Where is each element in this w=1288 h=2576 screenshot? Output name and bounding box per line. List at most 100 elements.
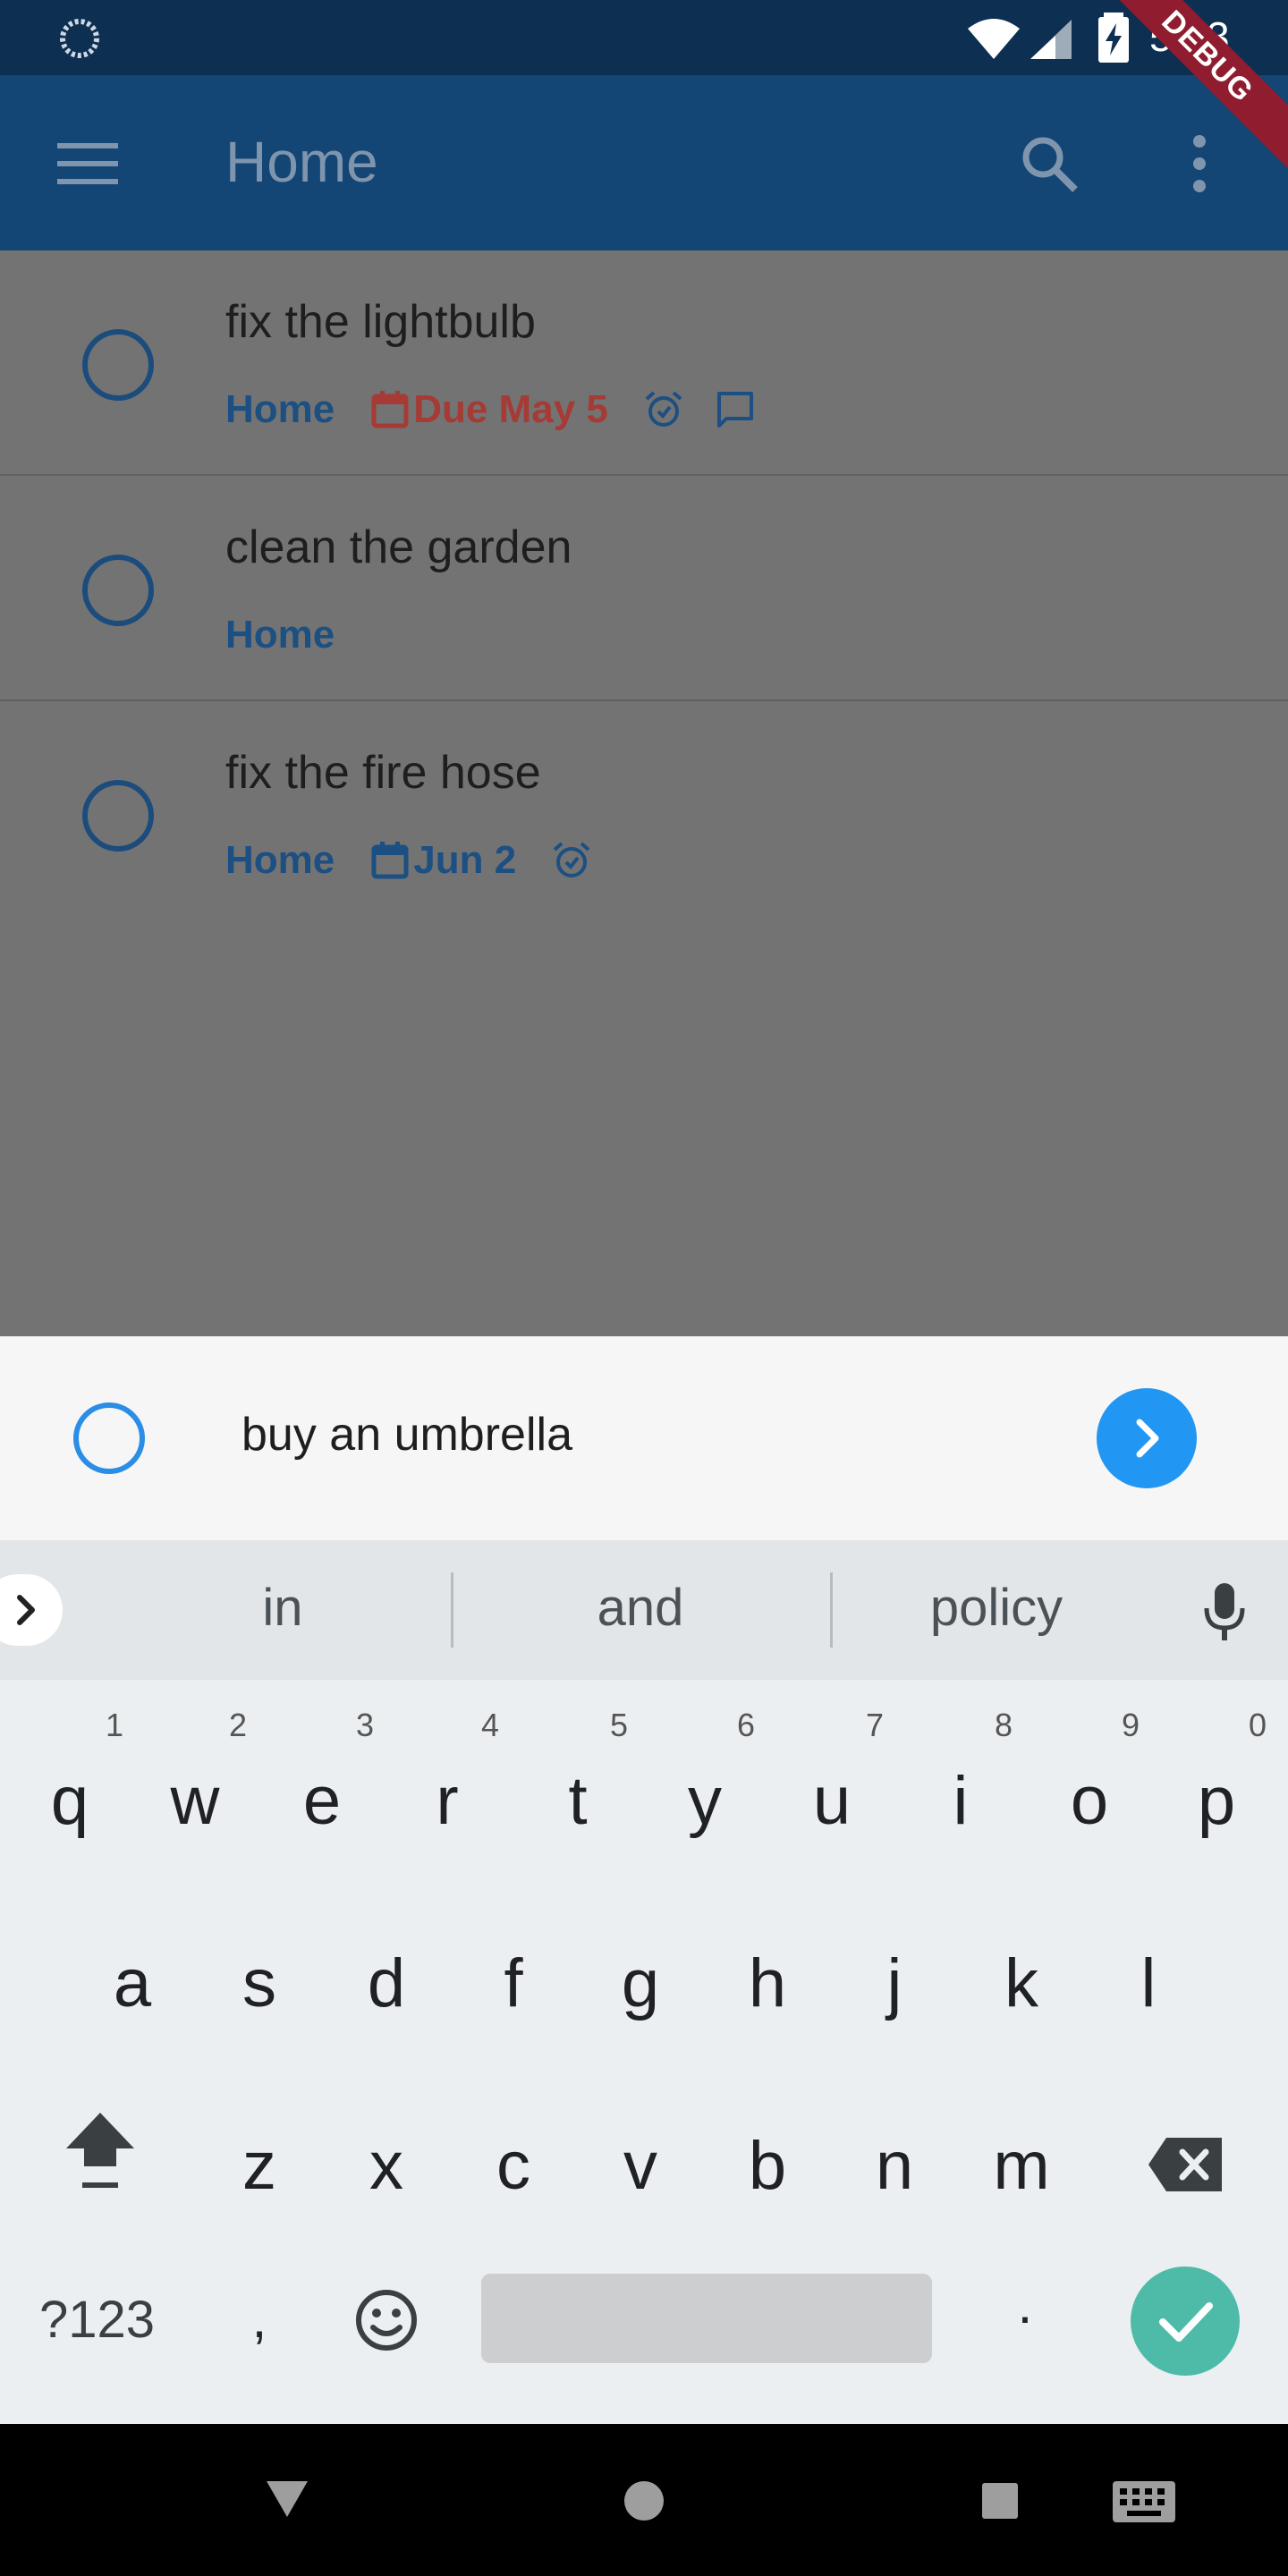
- key-hint: 4: [481, 1707, 500, 1743]
- task-row[interactable]: fix the lightbulb Home Due May 5: [0, 250, 1288, 476]
- comment-icon: [716, 390, 755, 429]
- task-due-label: Due May 5: [413, 387, 608, 431]
- new-task-input[interactable]: buy an umbrella: [242, 1408, 572, 1462]
- key-hint: 6: [737, 1707, 756, 1743]
- recents-icon[interactable]: [980, 2481, 1020, 2521]
- more-vert-icon[interactable]: [1186, 134, 1213, 193]
- key[interactable]: x: [333, 2127, 440, 2205]
- key[interactable]: p: [1163, 1762, 1270, 1840]
- suggestion-strip: in and policy: [0, 1540, 1288, 1680]
- key[interactable]: j: [841, 1945, 948, 2022]
- task-title: fix the lightbulb: [225, 296, 536, 348]
- microphone-icon[interactable]: [1202, 1581, 1247, 1642]
- chevron-right-icon: [17, 1595, 35, 1625]
- task-list: fix the lightbulb Home Due May 5 clean t…: [0, 250, 1288, 1699]
- complete-checkbox[interactable]: [82, 555, 154, 626]
- symbols-key[interactable]: ?123: [39, 2290, 155, 2350]
- key[interactable]: s: [206, 1945, 313, 2022]
- task-due: Jun 2: [370, 838, 516, 883]
- complete-checkbox[interactable]: [82, 780, 154, 852]
- complete-checkbox[interactable]: [82, 329, 154, 401]
- key[interactable]: h: [714, 1945, 821, 2022]
- soft-keyboard: in and policy q 1 w 2 e 3 r 4 t 5 y 6 u …: [0, 1540, 1288, 2424]
- app-bar: Home: [0, 75, 1288, 250]
- loading-spinner-icon: [60, 19, 99, 58]
- status-bar: 5:03: [0, 0, 1288, 75]
- key-hint: 7: [866, 1707, 885, 1743]
- key[interactable]: t: [524, 1762, 631, 1840]
- key[interactable]: d: [333, 1945, 440, 2022]
- suggestion-divider: [830, 1572, 833, 1648]
- key[interactable]: b: [714, 2127, 821, 2205]
- key[interactable]: e: [268, 1762, 376, 1840]
- task-row[interactable]: clean the garden Home: [0, 476, 1288, 701]
- emoji-icon[interactable]: [354, 2288, 419, 2352]
- expand-toolbar-button[interactable]: [0, 1574, 63, 1646]
- comma-key[interactable]: ,: [206, 2288, 313, 2350]
- key[interactable]: c: [460, 2127, 567, 2205]
- key[interactable]: v: [587, 2127, 694, 2205]
- key[interactable]: o: [1036, 1762, 1143, 1840]
- key[interactable]: a: [79, 1945, 186, 2022]
- check-icon: [1159, 2302, 1213, 2342]
- page-title: Home: [225, 130, 378, 194]
- space-key[interactable]: [481, 2274, 932, 2363]
- alarm-icon: [644, 390, 683, 429]
- new-task-checkbox[interactable]: [73, 1402, 145, 1474]
- search-icon[interactable]: [1020, 134, 1079, 193]
- chevron-right-icon: [1136, 1419, 1159, 1458]
- key[interactable]: q: [16, 1762, 123, 1840]
- calendar-icon: [371, 842, 409, 879]
- key[interactable]: k: [968, 1945, 1075, 2022]
- system-nav-bar: [0, 2424, 1288, 2576]
- key-hint: 0: [1249, 1707, 1267, 1743]
- key[interactable]: l: [1095, 1945, 1202, 2022]
- key[interactable]: i: [907, 1762, 1014, 1840]
- battery-charging-icon: [1098, 13, 1129, 63]
- suggestion-divider: [451, 1572, 453, 1648]
- suggestion-item[interactable]: and: [551, 1578, 730, 1638]
- quick-add-bar: buy an umbrella: [0, 1336, 1288, 1540]
- back-icon[interactable]: [265, 2479, 309, 2519]
- wifi-icon: [968, 19, 1020, 59]
- task-title: clean the garden: [225, 521, 572, 573]
- key[interactable]: z: [206, 2127, 313, 2205]
- task-project: Home: [225, 613, 335, 657]
- task-due-label: Jun 2: [413, 838, 517, 882]
- key-hint: 9: [1122, 1707, 1140, 1743]
- alarm-icon: [552, 841, 591, 880]
- keyboard-switch-icon[interactable]: [1113, 2481, 1175, 2522]
- home-icon[interactable]: [623, 2479, 665, 2522]
- signal-icon: [1030, 20, 1072, 59]
- key-hint: 3: [356, 1707, 375, 1743]
- key[interactable]: u: [778, 1762, 886, 1840]
- key[interactable]: m: [968, 2127, 1075, 2205]
- suggestion-item[interactable]: policy: [907, 1578, 1086, 1638]
- task-title: fix the fire hose: [225, 747, 541, 799]
- task-meta: Home Due May 5: [225, 385, 787, 435]
- task-project: Home: [225, 387, 335, 431]
- task-row[interactable]: fix the fire hose Home Jun 2: [0, 701, 1288, 927]
- key-hint: 2: [229, 1707, 248, 1743]
- calendar-icon: [371, 391, 409, 428]
- key[interactable]: w: [141, 1762, 249, 1840]
- task-due: Due May 5: [370, 387, 608, 432]
- done-key[interactable]: [1131, 2267, 1240, 2376]
- key-hint: 1: [106, 1707, 124, 1743]
- key[interactable]: y: [651, 1762, 758, 1840]
- key-hint: 8: [995, 1707, 1013, 1743]
- backspace-icon[interactable]: [1147, 2136, 1224, 2193]
- menu-icon[interactable]: [57, 141, 118, 186]
- key[interactable]: r: [394, 1762, 501, 1840]
- task-project: Home: [225, 838, 335, 882]
- suggestion-item[interactable]: in: [193, 1578, 372, 1638]
- task-meta: Home: [225, 610, 370, 660]
- task-meta: Home Jun 2: [225, 835, 623, 886]
- key-hint: 5: [610, 1707, 629, 1743]
- submit-button[interactable]: [1097, 1388, 1197, 1488]
- key[interactable]: n: [841, 2127, 948, 2205]
- period-key[interactable]: .: [971, 2274, 1079, 2335]
- key[interactable]: f: [460, 1945, 567, 2022]
- key[interactable]: g: [587, 1945, 694, 2022]
- shift-icon[interactable]: [63, 2109, 138, 2191]
